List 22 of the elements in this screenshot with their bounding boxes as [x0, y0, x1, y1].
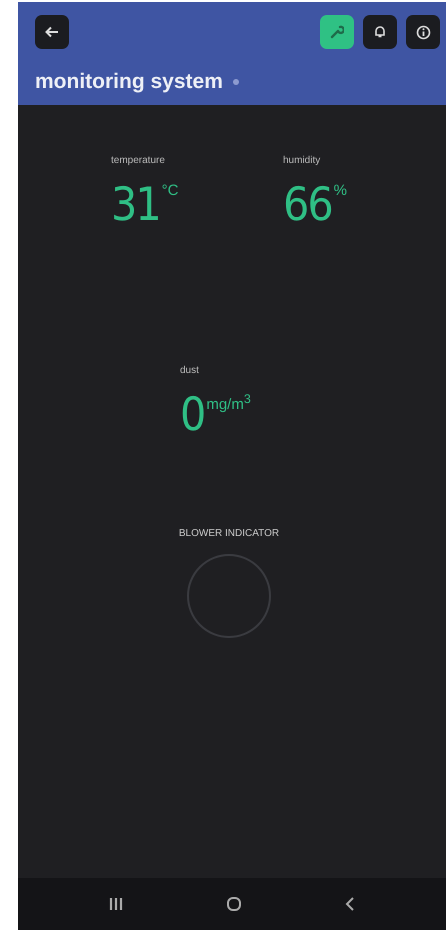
info-button[interactable] [406, 15, 440, 49]
reading-value: 0 [180, 390, 204, 438]
back-button[interactable] [35, 15, 69, 49]
back-icon[interactable] [344, 896, 355, 912]
reading-label: temperature [111, 155, 165, 166]
reading-label: dust [180, 365, 199, 376]
wrench-icon [330, 25, 344, 39]
unit-label: mg/m$^{3}$ [206, 392, 251, 413]
wrench-button[interactable] [320, 15, 354, 49]
unit-label: °C [162, 182, 178, 199]
home-icon[interactable] [226, 896, 242, 912]
bell-button[interactable] [363, 15, 397, 49]
recent-apps-icon[interactable] [109, 897, 124, 911]
info-icon [416, 24, 430, 40]
reading-value: 66 [283, 180, 332, 228]
page-title: monitoring system [35, 70, 223, 94]
bell-icon [373, 25, 387, 39]
reading-value: 31 [111, 180, 160, 228]
indicator-label: BLOWER INDICATOR [178, 528, 280, 539]
back-arrow-icon [45, 26, 59, 38]
reading-label: humidity [283, 155, 320, 166]
unit-label: % [334, 182, 347, 199]
